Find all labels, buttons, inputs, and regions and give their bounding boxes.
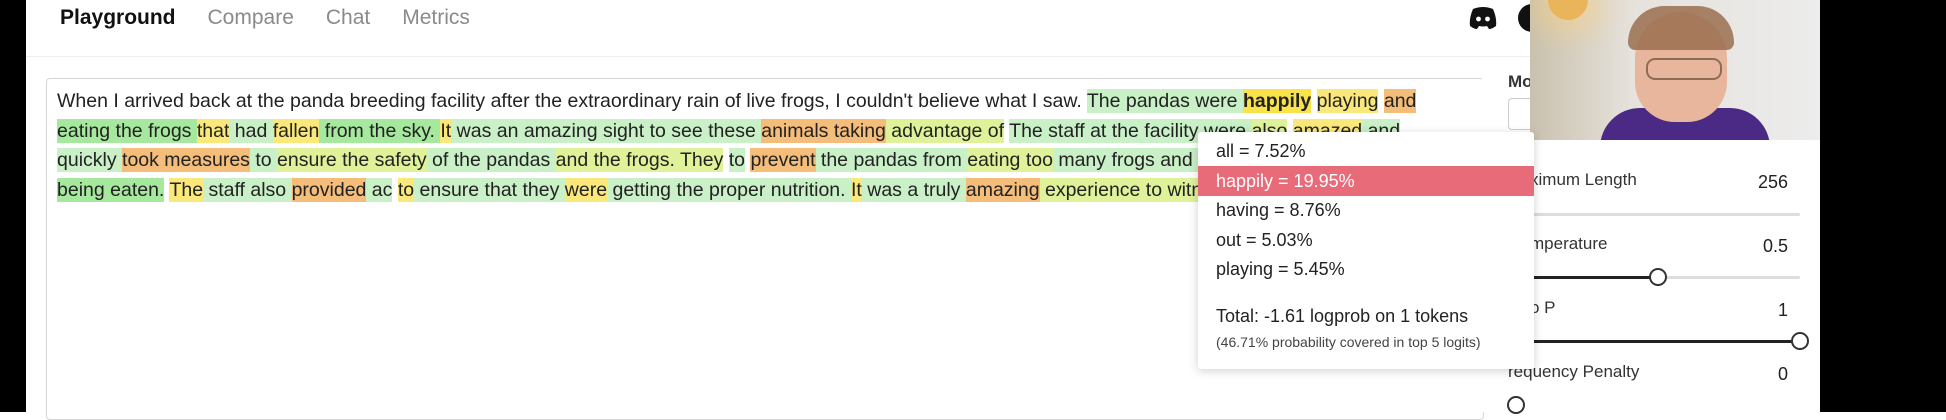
token[interactable]: It: [850, 177, 862, 202]
token[interactable]: When I arrived back at the panda breedin…: [57, 89, 1087, 113]
tab-compare[interactable]: Compare: [208, 6, 294, 30]
token[interactable]: the pandas from: [815, 148, 968, 172]
token[interactable]: getting the proper nutrition.: [607, 177, 851, 202]
token[interactable]: [392, 178, 397, 202]
token-option-happily[interactable]: happily = 19.95%: [1198, 166, 1534, 196]
token[interactable]: [723, 148, 728, 172]
tab-metrics[interactable]: Metrics: [402, 6, 470, 30]
token[interactable]: The: [169, 177, 204, 202]
token[interactable]: that: [196, 118, 230, 143]
top-nav: Playground Compare Chat Metrics: [60, 0, 470, 36]
temperature-fill: [1516, 276, 1658, 279]
maximum-length-value[interactable]: 256: [1728, 172, 1788, 193]
discord-icon[interactable]: [1468, 6, 1498, 30]
token-probability-tooltip: all = 7.52% happily = 19.95% having = 8.…: [1198, 132, 1534, 369]
model-label: Mo: [1508, 72, 1533, 91]
temperature-slider[interactable]: [1649, 268, 1667, 286]
token[interactable]: provided: [291, 177, 367, 202]
tab-playground[interactable]: Playground: [60, 6, 176, 30]
maximum-length-label: ximum Length: [1530, 170, 1637, 189]
token[interactable]: had: [229, 118, 273, 143]
top-p-value[interactable]: 1: [1728, 300, 1788, 321]
token[interactable]: being eaten.: [57, 177, 165, 202]
token-option-out[interactable]: out = 5.03%: [1198, 225, 1534, 255]
temperature-label: mperature: [1530, 234, 1608, 253]
token[interactable]: ac: [366, 177, 393, 202]
token[interactable]: animals taking: [761, 118, 886, 143]
logprob-total: Total: -1.61 logprob on 1 tokens: [1216, 306, 1469, 326]
tab-chat[interactable]: Chat: [326, 6, 370, 30]
token[interactable]: ensure the safety: [277, 148, 427, 172]
token[interactable]: The pandas were: [1086, 89, 1243, 113]
temperature-value[interactable]: 0.5: [1728, 236, 1788, 257]
token[interactable]: fallen: [272, 118, 320, 143]
token-option-playing[interactable]: playing = 5.45%: [1198, 254, 1534, 284]
token[interactable]: took measures: [122, 148, 250, 172]
token[interactable]: prevent: [750, 148, 816, 172]
token-option-all[interactable]: all = 7.52%: [1198, 136, 1534, 166]
token[interactable]: to: [728, 148, 746, 172]
token[interactable]: eating the frogs: [57, 118, 197, 143]
maximum-length-track: [1516, 213, 1800, 216]
token[interactable]: were: [564, 177, 608, 202]
frequency-penalty-slider[interactable]: [1507, 396, 1525, 414]
token[interactable]: from the sky.: [319, 118, 441, 143]
right-black-edge: [1820, 0, 1946, 412]
token[interactable]: playing: [1316, 89, 1379, 113]
top-p-fill: [1516, 340, 1800, 343]
frequency-penalty-value[interactable]: 0: [1728, 364, 1788, 385]
token[interactable]: staff also: [203, 177, 292, 202]
token[interactable]: eating too: [967, 148, 1053, 172]
token[interactable]: of the pandas: [426, 148, 556, 172]
token[interactable]: ensure that they: [414, 177, 565, 202]
webcam-overlay: [1530, 0, 1820, 140]
token-option-having[interactable]: having = 8.76%: [1198, 195, 1534, 225]
presenter-glasses: [1646, 58, 1722, 80]
token[interactable]: advantage of: [885, 118, 1005, 143]
token[interactable]: to: [397, 177, 415, 202]
token[interactable]: It: [440, 118, 452, 143]
left-black-edge: [0, 0, 26, 412]
probability-coverage: (46.71% probability covered in top 5 log…: [1216, 334, 1481, 350]
token[interactable]: was a truly: [861, 177, 966, 202]
token[interactable]: amazing: [965, 177, 1040, 202]
token[interactable]: happily: [1242, 89, 1312, 113]
top-p-slider[interactable]: [1791, 332, 1809, 350]
token[interactable]: to: [249, 148, 278, 172]
token[interactable]: and the frogs. They: [555, 148, 724, 172]
token[interactable]: was an amazing sight to see these: [451, 118, 762, 143]
token[interactable]: and: [1383, 89, 1417, 113]
presenter-hair: [1628, 6, 1734, 50]
token[interactable]: [1311, 89, 1316, 113]
